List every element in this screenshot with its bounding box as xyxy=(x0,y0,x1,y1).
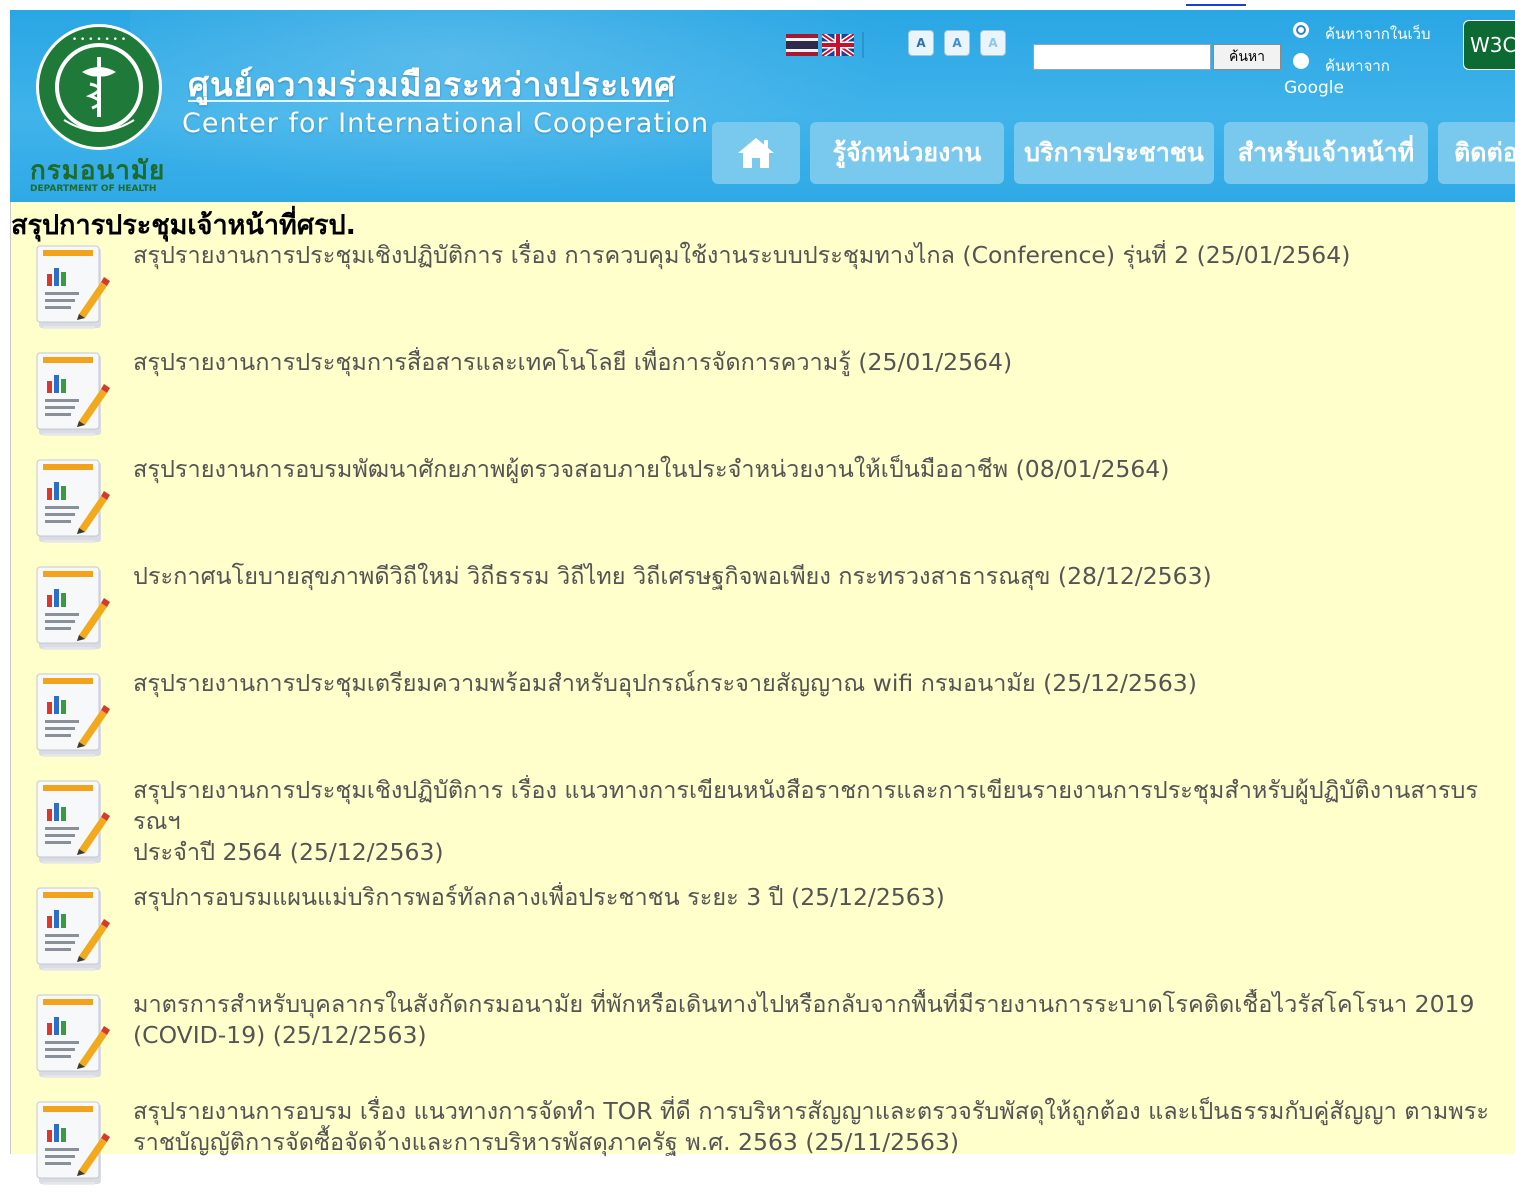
list-item: สรุปรายงานการประชุมการสื่อสารและเทคโนโลย… xyxy=(11,347,1515,454)
ministry-seal-icon[interactable]: • • • • • • • xyxy=(34,22,164,152)
home-icon xyxy=(738,138,774,168)
nav-item-contact[interactable]: ติดต่อ xyxy=(1438,122,1515,184)
report-chart-pencil-icon[interactable] xyxy=(35,991,111,1083)
list-item: สรุปรายงานการอบรมพัฒนาศักยภาพผู้ตรวจสอบภ… xyxy=(11,454,1515,561)
top-strip xyxy=(0,0,1515,10)
nav-home-button[interactable] xyxy=(712,122,800,184)
report-chart-pencil-icon[interactable] xyxy=(35,777,111,869)
report-link[interactable]: สรุปรายงานการประชุมเตรียมความพร้อมสำหรับ… xyxy=(133,668,1515,699)
main-nav: รู้จักหน่วยงาน บริการประชาชน สำหรับเจ้าห… xyxy=(712,122,1515,184)
font-size-medium-button[interactable]: A xyxy=(944,30,970,56)
report-chart-pencil-icon[interactable] xyxy=(35,349,111,441)
report-link[interactable]: สรุปการอบรมแผนแม่บริการพอร์ทัลกลางเพื่อป… xyxy=(133,882,1515,913)
site-title-en[interactable]: Center for International Cooperation xyxy=(182,108,709,139)
report-link[interactable]: สรุปรายงานการอบรม เรื่อง แนวทางการจัดทำ … xyxy=(133,1096,1515,1158)
report-link[interactable]: สรุปรายงานการประชุมการสื่อสารและเทคโนโลย… xyxy=(133,347,1515,378)
department-name-en: DEPARTMENT OF HEALTH xyxy=(30,184,157,194)
list-item: สรุปรายงานการประชุมเชิงปฏิบัติการ เรื่อง… xyxy=(11,240,1515,347)
nav-item-public-services[interactable]: บริการประชาชน xyxy=(1014,122,1214,184)
search-google-label: ค้นหาจาก xyxy=(1325,57,1390,75)
list-item: สรุปการอบรมแผนแม่บริการพอร์ทัลกลางเพื่อป… xyxy=(11,882,1515,989)
search-site-radio[interactable] xyxy=(1293,22,1309,38)
report-chart-pencil-icon[interactable] xyxy=(35,456,111,548)
site-title-th[interactable]: ศูนย์ความร่วมมือระหว่างประเทศ xyxy=(188,58,676,111)
report-link[interactable]: สรุปรายงานการอบรมพัฒนาศักยภาพผู้ตรวจสอบภ… xyxy=(133,454,1515,485)
font-size-large-button[interactable]: A xyxy=(980,30,1006,56)
w3c-badge[interactable]: W3C xyxy=(1463,20,1515,70)
report-chart-pencil-icon[interactable] xyxy=(35,563,111,655)
google-label: Google xyxy=(1284,78,1344,98)
search-google-radio[interactable] xyxy=(1293,53,1309,69)
report-link[interactable]: สรุปรายงานการประชุมเชิงปฏิบัติการ เรื่อง… xyxy=(133,240,1515,271)
font-size-small-button[interactable]: A xyxy=(908,30,934,56)
search-button[interactable]: ค้นหา xyxy=(1213,44,1281,70)
report-chart-pencil-icon[interactable] xyxy=(35,884,111,976)
report-link[interactable]: ประกาศนโยบายสุขภาพดีวิถีใหม่ วิถีธรรม วิ… xyxy=(133,561,1515,592)
font-size-controls: A A A xyxy=(908,30,1006,56)
report-link[interactable]: มาตรการสำหรับบุคลากรในสังกัดกรมอนามัย ที… xyxy=(133,989,1515,1051)
nav-item-for-staff[interactable]: สำหรับเจ้าหน้าที่ xyxy=(1224,122,1428,184)
top-selection-underline xyxy=(1186,0,1246,6)
list-item: สรุปรายงานการอบรม เรื่อง แนวทางการจัดทำ … xyxy=(11,1096,1515,1203)
list-item: มาตรการสำหรับบุคลากรในสังกัดกรมอนามัย ที… xyxy=(11,989,1515,1096)
list-item: สรุปรายงานการประชุมเชิงปฏิบัติการ เรื่อง… xyxy=(11,775,1515,882)
list-item: สรุปรายงานการประชุมเตรียมความพร้อมสำหรับ… xyxy=(11,668,1515,775)
nav-item-about[interactable]: รู้จักหน่วยงาน xyxy=(810,122,1004,184)
thai-flag-icon[interactable] xyxy=(786,34,818,56)
report-chart-pencil-icon[interactable] xyxy=(35,670,111,762)
flag-separator xyxy=(862,32,864,58)
list-item: ประกาศนโยบายสุขภาพดีวิถีใหม่ วิถีธรรม วิ… xyxy=(11,561,1515,668)
report-link[interactable]: สรุปรายงานการประชุมเชิงปฏิบัติการ เรื่อง… xyxy=(133,775,1515,868)
search-input[interactable] xyxy=(1033,44,1211,70)
search-site-label: ค้นหาจากในเว็บ xyxy=(1325,25,1431,43)
title-divider xyxy=(188,100,669,102)
report-chart-pencil-icon[interactable] xyxy=(35,242,111,334)
uk-flag-icon[interactable] xyxy=(822,34,854,56)
report-chart-pencil-icon[interactable] xyxy=(35,1098,111,1190)
language-switcher xyxy=(786,32,864,58)
svg-text:• • • • • • •: • • • • • • • xyxy=(72,35,126,45)
site-header: • • • • • • • กรมอนามัย DEPARTMENT OF HE… xyxy=(10,10,1515,202)
